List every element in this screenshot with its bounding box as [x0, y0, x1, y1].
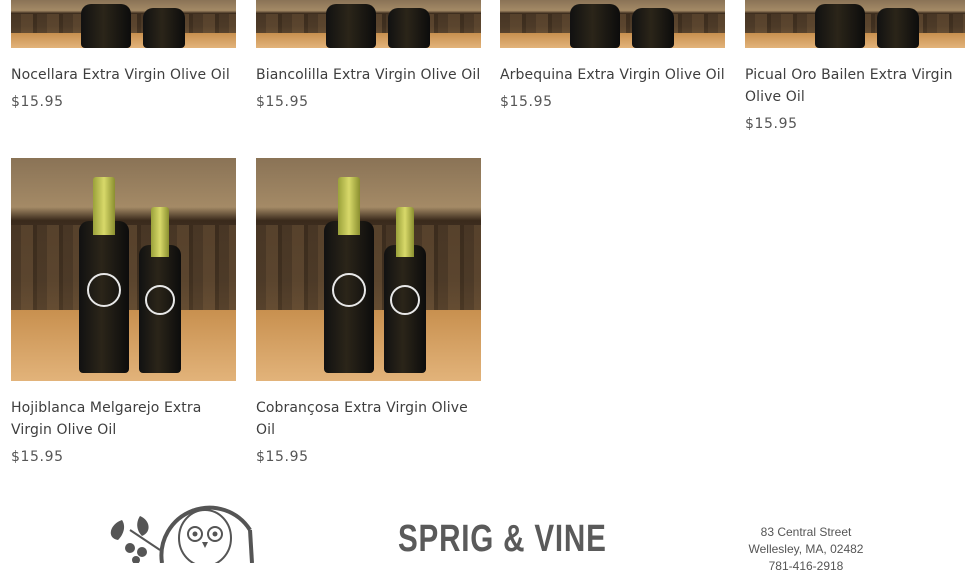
product-name[interactable]: Cobrançosa Extra Virgin Olive Oil [256, 397, 481, 441]
product-card[interactable]: Cobrançosa Extra Virgin Olive Oil $15.95 [256, 158, 481, 467]
product-price: $15.95 [500, 94, 553, 110]
product-card[interactable]: Picual Oro Bailen Extra Virgin Olive Oil… [745, 0, 965, 134]
brand-name[interactable]: SPRIG & VINE [398, 518, 607, 561]
product-name[interactable]: Nocellara Extra Virgin Olive Oil [11, 64, 236, 86]
address-street: 83 Central Street [760, 525, 852, 539]
product-image[interactable] [11, 0, 236, 48]
product-card[interactable]: Arbequina Extra Virgin Olive Oil $15.95 [500, 0, 725, 112]
product-card[interactable]: Hojiblanca Melgarejo Extra Virgin Olive … [11, 158, 236, 467]
product-image[interactable] [256, 158, 481, 381]
product-price: $15.95 [745, 116, 798, 132]
product-price: $15.95 [11, 449, 64, 465]
product-card[interactable]: Biancolilla Extra Virgin Olive Oil $15.9… [256, 0, 481, 112]
product-name[interactable]: Picual Oro Bailen Extra Virgin Olive Oil [745, 64, 960, 108]
product-price: $15.95 [256, 449, 309, 465]
product-image[interactable] [256, 0, 481, 48]
product-name[interactable]: Biancolilla Extra Virgin Olive Oil [256, 64, 481, 86]
product-image[interactable] [745, 0, 965, 48]
product-price: $15.95 [256, 94, 309, 110]
product-price: $15.95 [11, 94, 64, 110]
site-footer: SPRIG & VINE 83 Central Street Wellesley… [0, 488, 965, 573]
product-card[interactable]: Nocellara Extra Virgin Olive Oil $15.95 [11, 0, 236, 112]
address-phone[interactable]: 781-416-2918 [736, 558, 876, 575]
owl-logo-icon[interactable] [100, 490, 255, 563]
address-city: Wellesley, MA, 02482 [748, 542, 864, 556]
product-name[interactable]: Hojiblanca Melgarejo Extra Virgin Olive … [11, 397, 236, 441]
store-address: 83 Central Street Wellesley, MA, 02482 7… [736, 524, 876, 575]
product-image[interactable] [11, 158, 236, 381]
product-image[interactable] [500, 0, 725, 48]
product-name[interactable]: Arbequina Extra Virgin Olive Oil [500, 64, 725, 86]
